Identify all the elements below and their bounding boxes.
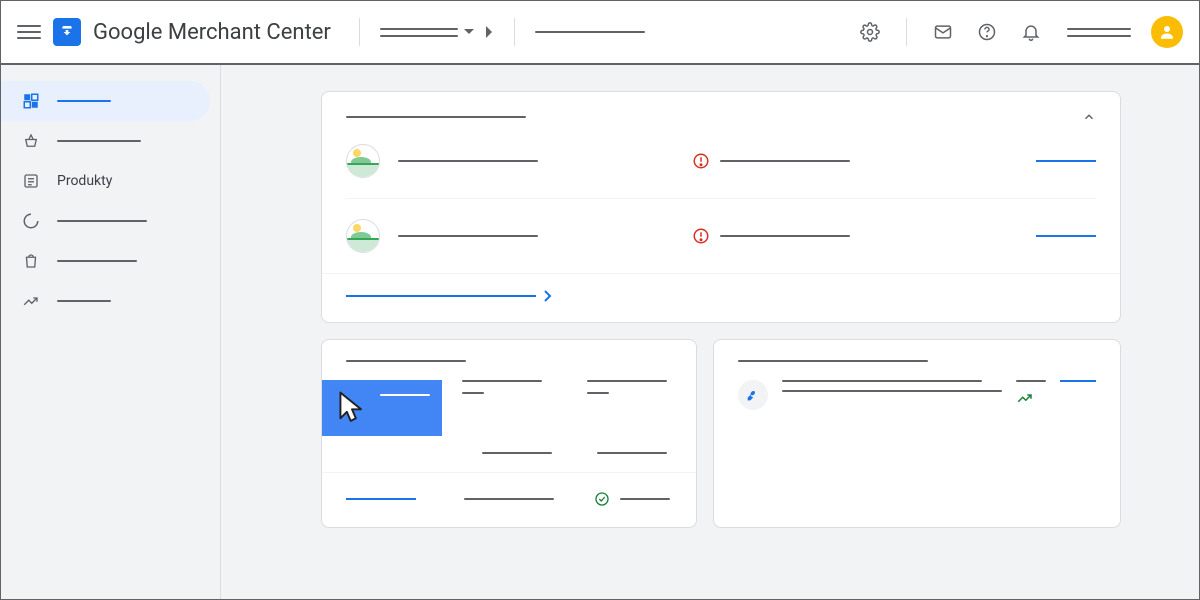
mail-button[interactable] <box>927 16 959 48</box>
metric-block <box>587 380 672 394</box>
divider <box>514 18 515 46</box>
sidebar-item-label <box>57 260 137 262</box>
gear-icon <box>860 22 880 42</box>
metric-label <box>587 380 667 382</box>
sidebar-item-label <box>57 140 141 142</box>
settings-button[interactable] <box>854 16 886 48</box>
bottom-status <box>594 491 672 507</box>
sidebar-item-label <box>57 300 111 302</box>
sidebar-item-performance[interactable] <box>1 201 220 241</box>
account-selector[interactable] <box>380 26 494 38</box>
wrench-icon <box>738 380 768 410</box>
bottom-text <box>464 498 554 500</box>
chevron-right-icon <box>544 290 552 302</box>
help-button[interactable] <box>971 16 1003 48</box>
card-title <box>346 116 526 118</box>
metrics-card <box>321 339 697 528</box>
sidebar-item-label: Produkty <box>57 173 112 189</box>
dashboard-icon <box>21 91 41 111</box>
bell-icon <box>1021 22 1041 42</box>
menu-button[interactable] <box>17 20 41 44</box>
metric-label <box>482 452 552 454</box>
card-title <box>346 360 466 362</box>
row-title <box>398 160 538 162</box>
metric-block <box>462 380 547 394</box>
divider <box>906 18 907 46</box>
trend-icon <box>21 291 41 311</box>
basket-icon <box>21 131 41 151</box>
chevron-right-icon <box>486 26 494 38</box>
status-text <box>720 160 850 162</box>
app-title: Google Merchant Center <box>93 20 331 45</box>
sidebar-item-label <box>57 100 111 102</box>
trend-block <box>1016 380 1046 404</box>
highlighted-metric-tile[interactable] <box>322 380 442 436</box>
sidebar-item-tasks[interactable] <box>1 121 220 161</box>
metric-block <box>597 452 672 454</box>
divider <box>359 18 360 46</box>
status-row <box>322 124 1120 198</box>
sidebar-item-marketing[interactable] <box>1 241 220 281</box>
user-avatar[interactable] <box>1151 16 1183 48</box>
sidebar-item-products[interactable]: Produkty <box>1 161 220 201</box>
metric-block <box>482 452 557 454</box>
trend-up-icon <box>1016 392 1034 404</box>
bag-icon <box>21 251 41 271</box>
view-all-link[interactable] <box>322 273 1120 322</box>
recommendation-link[interactable] <box>1060 380 1096 382</box>
caret-down-icon <box>464 29 474 35</box>
metric-label <box>597 452 667 454</box>
person-icon <box>1158 23 1176 41</box>
mail-icon <box>933 22 953 42</box>
metric-value <box>462 392 484 394</box>
error-icon <box>692 152 710 170</box>
product-thumbnail <box>346 144 380 178</box>
status-card <box>321 91 1121 323</box>
spinner-icon <box>21 211 41 231</box>
card-title <box>738 360 928 362</box>
recommendations-card <box>713 339 1121 528</box>
notifications-button[interactable] <box>1015 16 1047 48</box>
metric-value <box>587 392 609 394</box>
sidebar-item-overview[interactable] <box>1 81 210 121</box>
help-icon <box>977 22 997 42</box>
status-row <box>346 198 1096 273</box>
sidebar-item-label <box>57 220 147 222</box>
product-thumbnail <box>346 219 380 253</box>
main-content <box>221 65 1199 599</box>
app-logo <box>53 18 81 46</box>
row-title <box>398 235 538 237</box>
row-action-link[interactable] <box>1036 160 1096 162</box>
chevron-up-icon <box>1082 110 1096 124</box>
sidebar-item-growth[interactable] <box>1 281 220 321</box>
collapse-button[interactable] <box>1082 110 1096 124</box>
recommendation-text <box>782 380 1002 400</box>
user-info <box>1067 28 1131 37</box>
error-icon <box>692 227 710 245</box>
search-area[interactable] <box>535 31 645 33</box>
sidebar-nav: Produkty <box>1 65 221 599</box>
metric-label <box>462 380 542 382</box>
status-text <box>720 235 850 237</box>
check-circle-icon <box>594 491 610 507</box>
cursor-icon <box>336 390 368 426</box>
row-action-link[interactable] <box>1036 235 1096 237</box>
bottom-link[interactable] <box>346 498 424 500</box>
app-header: Google Merchant Center <box>1 1 1199 65</box>
list-icon <box>21 171 41 191</box>
